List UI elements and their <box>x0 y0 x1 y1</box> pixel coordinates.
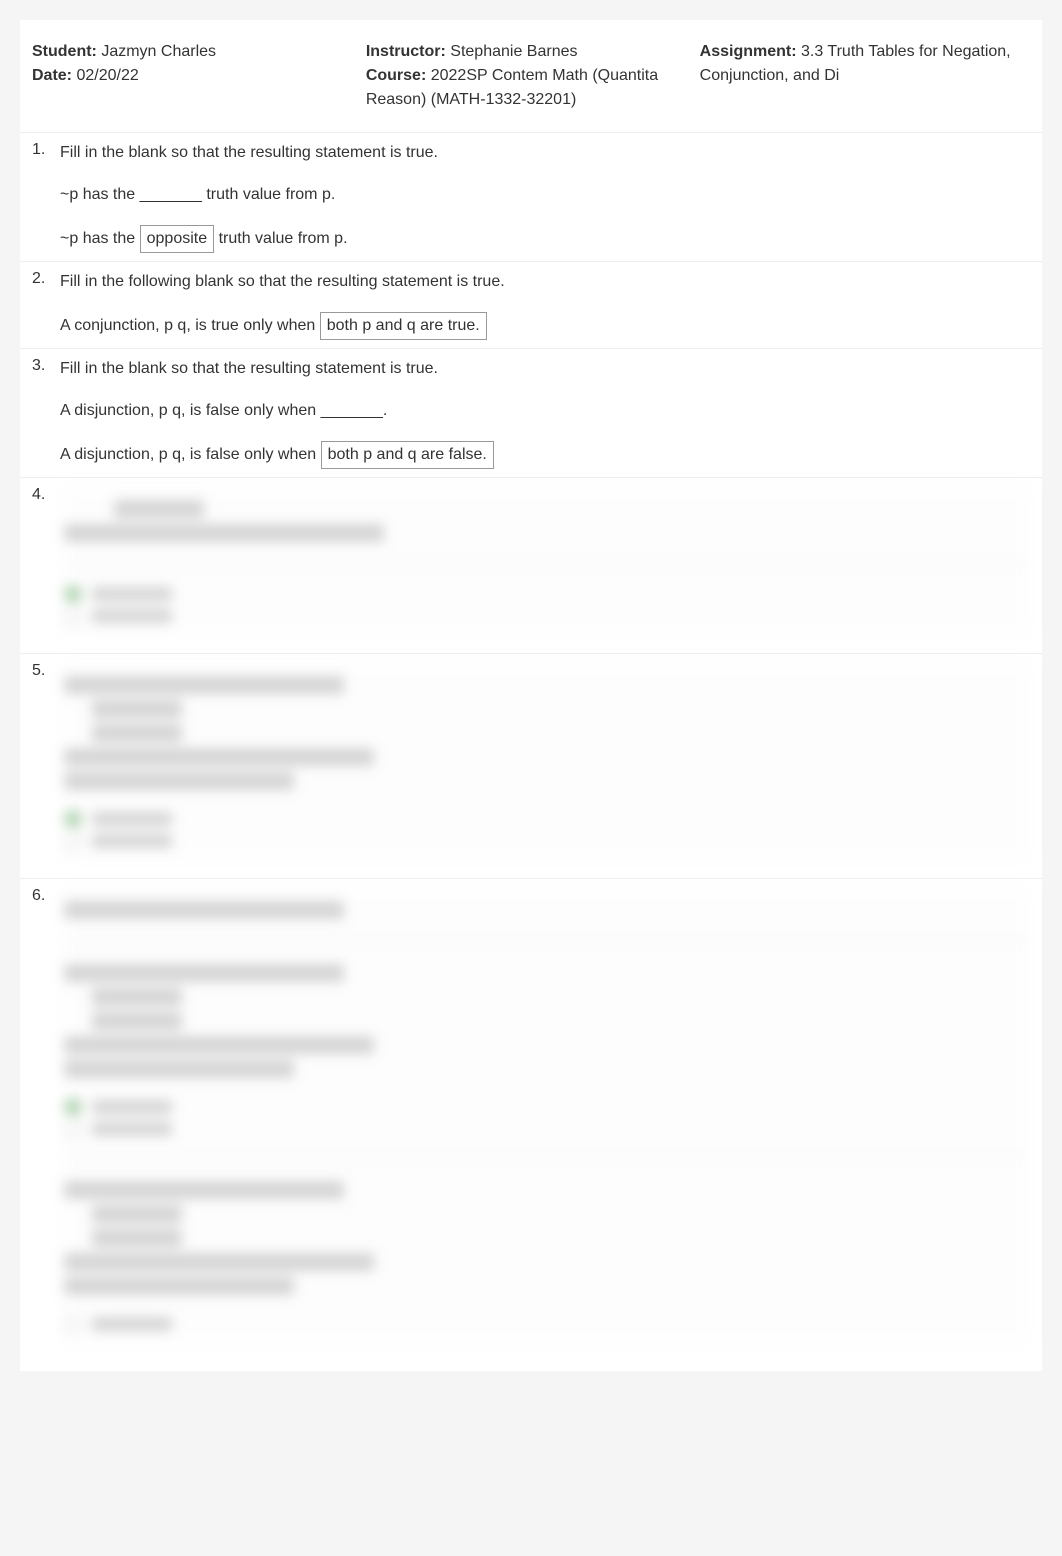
question-body: Fill in the blank so that the resulting … <box>60 357 1030 469</box>
answer-post: truth value from p. <box>219 230 348 247</box>
student-label: Student: <box>32 43 97 60</box>
instructor-label: Instructor: <box>366 43 446 60</box>
date-value: 02/20/22 <box>76 67 138 84</box>
blurred-content <box>60 887 1030 1345</box>
question-2: 2. Fill in the following blank so that t… <box>20 261 1042 348</box>
question-prompt: Fill in the blank so that the resulting … <box>60 357 1030 381</box>
blurred-content <box>60 486 1030 637</box>
student-value: Jazmyn Charles <box>101 43 216 60</box>
header-instructor-col: Instructor: Stephanie Barnes Course: 202… <box>366 40 680 112</box>
question-number: 1. <box>32 141 60 253</box>
question-number: 5. <box>32 662 60 870</box>
question-body: Fill in the blank so that the resulting … <box>60 141 1030 253</box>
date-label: Date: <box>32 67 72 84</box>
assignment-page: Student: Jazmyn Charles Date: 02/20/22 I… <box>20 20 1042 1371</box>
question-4: 4. <box>20 477 1042 653</box>
blurred-content <box>60 662 1030 862</box>
answer-mid: q, is true only when <box>177 317 315 334</box>
question-body-blurred <box>60 662 1030 870</box>
question-body: Fill in the following blank so that the … <box>60 270 1030 340</box>
answer-boxed: both p and q are true. <box>320 312 487 340</box>
question-body-blurred <box>60 486 1030 645</box>
header-assignment-col: Assignment: 3.3 Truth Tables for Negatio… <box>700 40 1030 112</box>
question-answer-line: ~p has the opposite truth value from p. <box>60 225 1030 253</box>
question-6: 6. <box>20 878 1042 1361</box>
answer-pre: A disjunction, p q, is false only when <box>60 446 316 463</box>
question-1: 1. Fill in the blank so that the resulti… <box>20 132 1042 261</box>
question-prompt: Fill in the blank so that the resulting … <box>60 141 1030 165</box>
question-prompt: Fill in the following blank so that the … <box>60 270 1030 294</box>
question-blank: ~p has the _______ truth value from p. <box>60 183 1030 207</box>
assignment-label: Assignment: <box>700 43 797 60</box>
question-blank: A disjunction, p q, is false only when _… <box>60 399 1030 423</box>
answer-pre: ~p has the <box>60 230 135 247</box>
question-3: 3. Fill in the blank so that the resulti… <box>20 348 1042 477</box>
question-body-blurred <box>60 887 1030 1353</box>
header: Student: Jazmyn Charles Date: 02/20/22 I… <box>20 30 1042 132</box>
instructor-value: Stephanie Barnes <box>450 43 577 60</box>
header-student-col: Student: Jazmyn Charles Date: 02/20/22 <box>32 40 346 112</box>
question-number: 4. <box>32 486 60 645</box>
question-answer-line: A disjunction, p q, is false only when b… <box>60 441 1030 469</box>
answer-pre: A conjunction, p <box>60 317 173 334</box>
question-number: 6. <box>32 887 60 1353</box>
question-number: 3. <box>32 357 60 469</box>
course-label: Course: <box>366 67 426 84</box>
question-answer-line: A conjunction, p q, is true only when bo… <box>60 312 1030 340</box>
question-number: 2. <box>32 270 60 340</box>
answer-boxed: opposite <box>140 225 215 253</box>
question-5: 5. <box>20 653 1042 878</box>
answer-boxed: both p and q are false. <box>321 441 494 469</box>
